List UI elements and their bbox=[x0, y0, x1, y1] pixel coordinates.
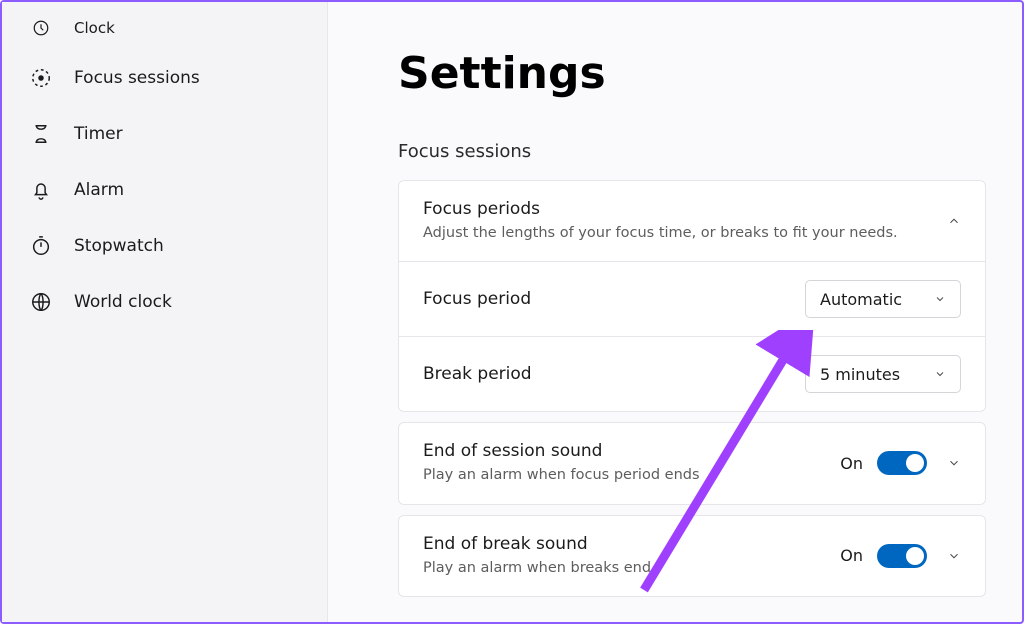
sidebar-item-alarm[interactable]: Alarm bbox=[2, 162, 327, 218]
chevron-up-icon bbox=[947, 214, 961, 228]
clock-icon bbox=[30, 17, 52, 39]
session-sound-row[interactable]: End of session sound Play an alarm when … bbox=[399, 423, 985, 503]
row-title: Focus period bbox=[423, 289, 785, 309]
break-period-row: Break period 5 minutes bbox=[399, 336, 985, 411]
chevron-down-icon bbox=[934, 368, 946, 380]
dropdown-value: Automatic bbox=[820, 290, 902, 309]
focus-period-dropdown[interactable]: Automatic bbox=[805, 280, 961, 318]
focus-icon bbox=[30, 67, 52, 89]
chevron-down-icon bbox=[934, 293, 946, 305]
row-desc: Play an alarm when breaks end bbox=[423, 558, 820, 578]
bell-icon bbox=[30, 179, 52, 201]
focus-period-row: Focus period Automatic bbox=[399, 261, 985, 336]
sidebar: Clock Focus sessions Timer Alarm Stopwat… bbox=[2, 2, 328, 622]
globe-icon bbox=[30, 291, 52, 313]
row-title: Focus periods bbox=[423, 199, 927, 219]
row-desc: Adjust the lengths of your focus time, o… bbox=[423, 223, 927, 243]
sidebar-item-label: Focus sessions bbox=[74, 68, 200, 88]
toggle-state: On bbox=[840, 454, 863, 473]
hourglass-icon bbox=[30, 123, 52, 145]
dropdown-value: 5 minutes bbox=[820, 365, 900, 384]
sidebar-item-stopwatch[interactable]: Stopwatch bbox=[2, 218, 327, 274]
chevron-down-icon bbox=[947, 549, 961, 563]
sidebar-item-timer[interactable]: Timer bbox=[2, 106, 327, 162]
break-sound-card: End of break sound Play an alarm when br… bbox=[398, 515, 986, 597]
break-period-dropdown[interactable]: 5 minutes bbox=[805, 355, 961, 393]
sidebar-item-label: Alarm bbox=[74, 180, 124, 200]
focus-periods-card: Focus periods Adjust the lengths of your… bbox=[398, 180, 986, 412]
row-title: End of break sound bbox=[423, 534, 820, 554]
sidebar-item-focus-sessions[interactable]: Focus sessions bbox=[2, 50, 327, 106]
session-sound-card: End of session sound Play an alarm when … bbox=[398, 422, 986, 504]
section-title: Focus sessions bbox=[398, 141, 986, 162]
toggle-state: On bbox=[840, 546, 863, 565]
sidebar-item-label: World clock bbox=[74, 292, 172, 312]
sidebar-item-world-clock[interactable]: World clock bbox=[2, 274, 327, 330]
break-sound-toggle[interactable] bbox=[877, 544, 927, 568]
session-sound-toggle[interactable] bbox=[877, 451, 927, 475]
row-title: Break period bbox=[423, 364, 785, 384]
row-title: End of session sound bbox=[423, 441, 820, 461]
break-sound-row[interactable]: End of break sound Play an alarm when br… bbox=[399, 516, 985, 596]
main-content: Settings Focus sessions Focus periods Ad… bbox=[328, 2, 1022, 622]
sidebar-item-app-title: Clock bbox=[2, 6, 327, 50]
row-desc: Play an alarm when focus period ends bbox=[423, 465, 820, 485]
focus-periods-header[interactable]: Focus periods Adjust the lengths of your… bbox=[399, 181, 985, 261]
stopwatch-icon bbox=[30, 235, 52, 257]
page-title: Settings bbox=[398, 48, 986, 99]
sidebar-item-label: Stopwatch bbox=[74, 236, 164, 256]
sidebar-item-label: Timer bbox=[74, 124, 123, 144]
chevron-down-icon bbox=[947, 456, 961, 470]
app-name: Clock bbox=[74, 19, 115, 37]
